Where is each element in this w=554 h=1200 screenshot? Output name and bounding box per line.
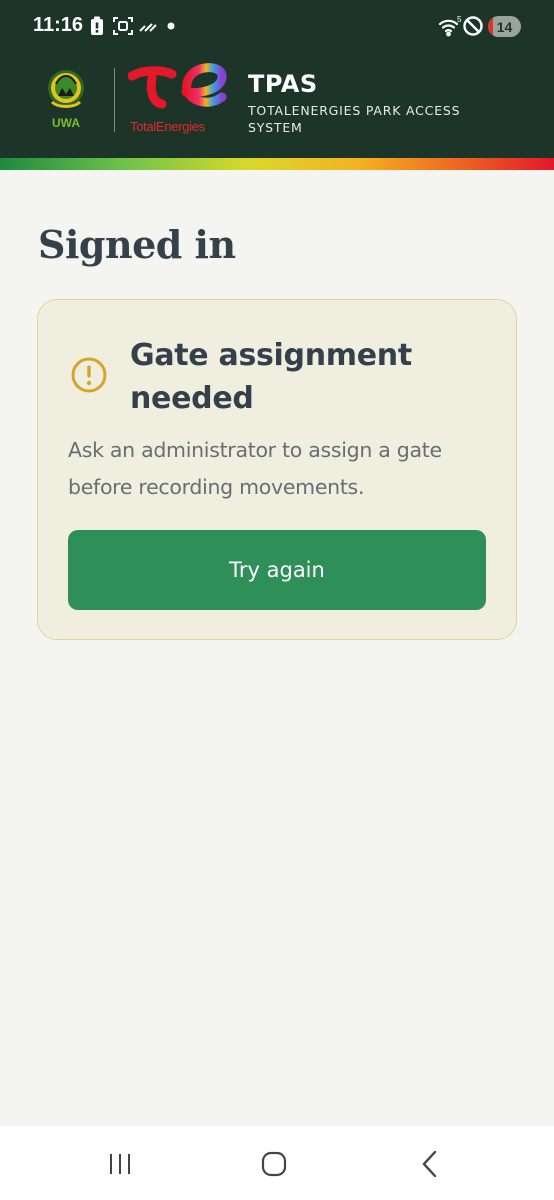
battery-saver-icon xyxy=(90,14,104,38)
app-title: TPAS xyxy=(248,70,318,98)
status-time: 11:16 xyxy=(33,14,84,36)
signal-boost-icon xyxy=(138,14,158,38)
back-icon[interactable] xyxy=(410,1148,450,1180)
app-top-area: 11:16 5 14 UWA TotalEnergies TPAS TOTALE… xyxy=(0,0,554,170)
warning-circle-icon xyxy=(70,356,108,394)
do-not-disturb-icon xyxy=(462,14,484,38)
brand-gradient-stripe xyxy=(0,158,554,170)
wifi-icon: 5 xyxy=(438,14,462,38)
try-again-button[interactable]: Try again xyxy=(68,530,486,610)
recents-icon[interactable] xyxy=(100,1148,140,1180)
card-title: Gate assignment needed xyxy=(130,338,412,416)
uwa-logo-text: UWA xyxy=(52,116,80,130)
system-nav-bar xyxy=(0,1126,554,1200)
notification-dot-icon xyxy=(166,14,176,38)
app-header: UWA TotalEnergies TPAS TOTALENERGIES PAR… xyxy=(0,52,554,158)
page-title: Signed in xyxy=(38,222,236,267)
header-divider xyxy=(114,68,115,132)
app-subtitle: TOTALENERGIES PARK ACCESS SYSTEM xyxy=(248,103,461,135)
gate-assignment-card: Gate assignment needed Ask an administra… xyxy=(37,299,517,640)
card-message: Ask an administrator to assign a gate be… xyxy=(68,438,442,499)
battery-indicator: 14 xyxy=(488,16,521,37)
status-bar: 11:16 5 14 xyxy=(0,0,554,52)
screenshot-icon xyxy=(112,14,134,38)
totalenergies-logo xyxy=(127,62,232,114)
home-icon[interactable] xyxy=(254,1148,294,1180)
totalenergies-wordmark: TotalEnergies xyxy=(130,119,205,134)
